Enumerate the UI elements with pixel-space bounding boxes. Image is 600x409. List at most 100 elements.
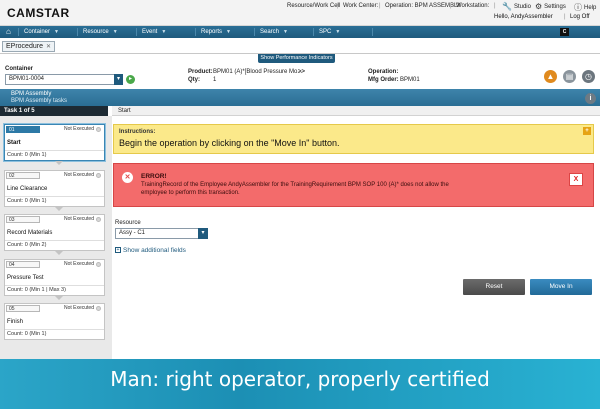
warning-icon[interactable]: ▲	[544, 70, 557, 83]
task-number: 05	[6, 305, 40, 312]
resource-select[interactable]: Assy - C1	[115, 228, 208, 239]
nav-event[interactable]: Event ▼	[142, 26, 166, 38]
resource-label: Resource	[115, 220, 141, 226]
header-separator: |	[379, 3, 381, 9]
container-input[interactable]: BPM01-0004	[5, 74, 122, 85]
help-link[interactable]: ⓘ Help	[574, 2, 596, 13]
task-status: Not Executed	[63, 126, 94, 132]
task-count: Count: 0 (Min 1)	[5, 196, 104, 206]
move-in-button[interactable]: Move In	[530, 279, 592, 295]
wrench-icon: 🔧	[502, 2, 512, 11]
caption-banner: Man: right operator, properly certified	[0, 359, 600, 409]
section-bar: BPM Assembly BPM Assembly tasks	[0, 89, 600, 106]
studio-link[interactable]: 🔧 Studio	[502, 2, 531, 11]
operation-label: Operation:	[368, 69, 399, 75]
connector-arrow-icon	[55, 296, 63, 300]
header-separator: |	[494, 3, 496, 9]
connector-arrow-icon	[55, 251, 63, 255]
history-icon[interactable]: ◷	[582, 70, 595, 83]
resource-work-cell-label[interactable]: Resource/Work Cell	[287, 3, 340, 9]
expand-icon[interactable]: +	[583, 127, 591, 135]
tab-eprocedure[interactable]: EProcedure ✕	[2, 41, 55, 52]
chevron-down-icon: ▼	[226, 29, 231, 35]
connector-arrow-icon	[55, 207, 63, 211]
section-subtitle: BPM Assembly tasks	[11, 98, 68, 104]
task-status: Not Executed	[63, 305, 94, 311]
info-icon[interactable]: i	[585, 93, 596, 104]
task-item-pressure-test[interactable]: 04 Not Executed Pressure Test Count: 0 (…	[4, 259, 105, 300]
nav-divider	[18, 28, 19, 36]
reset-button[interactable]: Reset	[463, 279, 525, 295]
task-count: Count: 0 (Min 2)	[5, 240, 104, 250]
settings-link[interactable]: ⚙ Settings	[535, 2, 566, 11]
camstar-logo: CAMSTAR	[7, 6, 70, 20]
task-name: Start	[7, 140, 21, 146]
qty-value: 1	[213, 77, 217, 83]
task-item-start[interactable]: 01 Not Executed Start Count: 0 (Min 1)	[4, 124, 105, 165]
task-number: 03	[6, 216, 40, 223]
chevron-down-icon: ▼	[335, 29, 341, 35]
task-count: Count: 0 (Min 1 | Max 3)	[5, 285, 104, 295]
task-number: 04	[6, 261, 40, 268]
connector-arrow-icon	[55, 161, 63, 165]
nav-resource[interactable]: Resource ▼	[83, 26, 118, 38]
product-value: BPM01 (A)*[Blood Pressure Mo...	[213, 69, 303, 75]
instructions-heading: Instructions:	[119, 129, 156, 135]
main-nav: ⌂ Container ▼ Resource ▼ Event ▼ Reports ▼ S…	[0, 26, 600, 38]
header-separator: |	[564, 14, 566, 20]
more-arrows-icon[interactable]: >>	[298, 69, 305, 75]
header-separator: |	[450, 3, 452, 9]
task-name: Pressure Test	[7, 275, 44, 281]
home-icon[interactable]: ⌂	[6, 27, 11, 36]
nav-search[interactable]: Search ▼	[260, 26, 288, 38]
nav-divider	[136, 28, 137, 36]
instructions-panel: Instructions: Begin the operation by cli…	[113, 124, 594, 154]
task-counter: Task 1 of 5	[0, 106, 108, 116]
nav-divider	[254, 28, 255, 36]
task-number: 02	[6, 172, 40, 179]
task-number: 01	[6, 126, 40, 133]
task-status: Not Executed	[63, 261, 94, 267]
task-name: Record Materials	[7, 230, 53, 236]
chevron-down-icon: ▼	[112, 29, 118, 35]
status-dot-icon	[96, 217, 101, 222]
close-icon[interactable]: ✕	[46, 42, 51, 52]
task-item-finish[interactable]: 05 Not Executed Finish Count: 0 (Min 1)	[4, 303, 105, 340]
task-name: Line Clearance	[7, 186, 48, 192]
show-additional-fields-link[interactable]: + Show additional fields	[115, 247, 186, 254]
nav-reports[interactable]: Reports ▼	[201, 26, 231, 38]
go-arrow-icon[interactable]: ▸	[126, 75, 135, 84]
task-item-record-materials[interactable]: 03 Not Executed Record Materials Count: …	[4, 214, 105, 255]
task-list: 01 Not Executed Start Count: 0 (Min 1) 0…	[0, 116, 112, 359]
user-greeting: Hello, AndyAssembler	[494, 14, 553, 20]
nav-divider	[372, 28, 373, 36]
workstation-label[interactable]: Workstation:	[456, 3, 489, 9]
document-icon[interactable]: ▤	[563, 70, 576, 83]
task-item-line-clearance[interactable]: 02 Not Executed Line Clearance Count: 0 …	[4, 170, 105, 211]
nav-badge[interactable]: C	[560, 28, 569, 36]
nav-spc[interactable]: SPC ▼	[319, 26, 340, 38]
status-dot-icon	[96, 262, 101, 267]
chevron-down-icon[interactable]: ▾	[198, 228, 208, 239]
section-title: BPM Assembly	[11, 91, 52, 97]
task-status: Not Executed	[63, 216, 94, 222]
close-error-button[interactable]: X	[569, 173, 583, 186]
status-dot-icon	[96, 306, 101, 311]
error-message: TrainingRecord of the Employee AndyAssem…	[141, 182, 449, 196]
task-count: Count: 0 (Min 1)	[5, 329, 104, 339]
nav-divider	[195, 28, 196, 36]
logoff-link[interactable]: Log Off	[570, 14, 590, 20]
error-icon: ✕	[122, 172, 133, 183]
chevron-down-icon[interactable]: ▾	[114, 74, 123, 85]
instructions-text: Begin the operation by clicking on the "…	[119, 138, 340, 148]
caption-text: Man: right operator, properly certified	[110, 367, 490, 391]
nav-divider	[313, 28, 314, 36]
show-performance-indicators-button[interactable]: Show Performance Indicators	[258, 54, 335, 63]
top-header: CAMSTAR Resource/Work Cell | Work Center…	[0, 0, 600, 26]
nav-divider	[77, 28, 78, 36]
work-center-label[interactable]: Work Center:	[343, 3, 378, 9]
task-count: Count: 0 (Min 1)	[5, 150, 104, 160]
mfg-order-value: BPM01	[400, 77, 420, 83]
qty-label: Qty:	[188, 77, 200, 83]
nav-container[interactable]: Container ▼	[24, 26, 59, 38]
